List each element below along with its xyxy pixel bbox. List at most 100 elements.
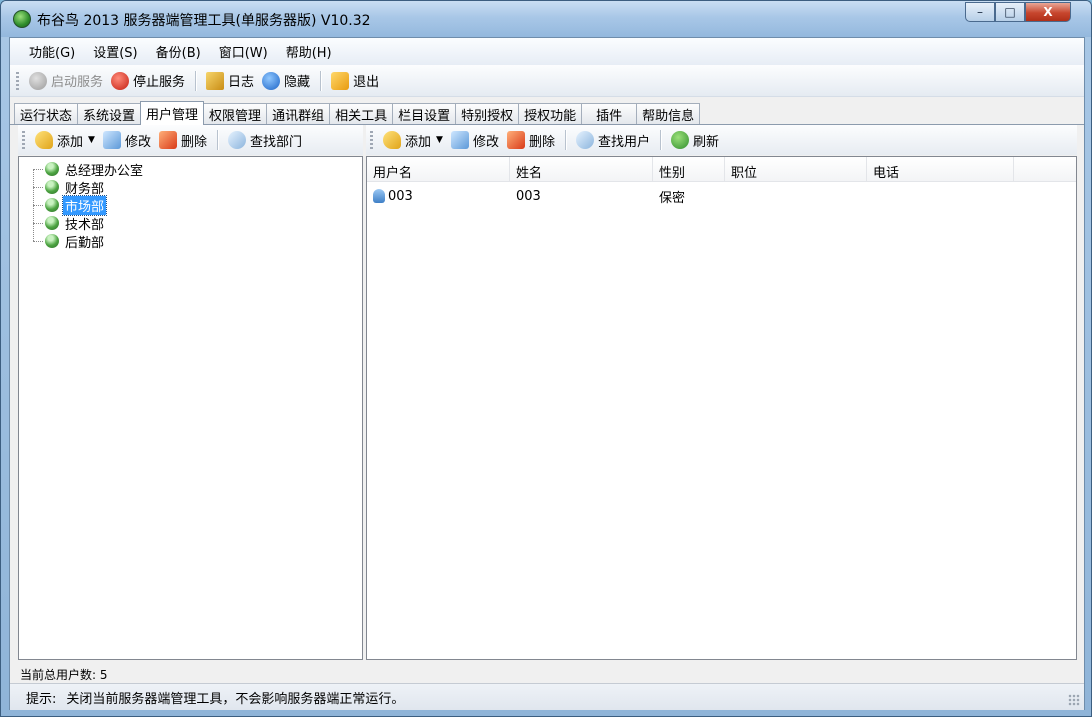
menu-window[interactable]: 窗口(W) [210, 42, 277, 61]
minimize-button[interactable]: – [965, 2, 995, 22]
tree-item-logistics[interactable]: 后勤部 [29, 232, 362, 251]
delete-icon [506, 131, 525, 149]
hide-button[interactable]: 隐藏 [258, 69, 314, 93]
toolbar-separator [216, 130, 218, 150]
table-row[interactable]: 003 003 保密 [367, 185, 1076, 207]
start-service-label: 启动服务 [51, 75, 104, 90]
add-icon [383, 131, 401, 149]
toolbar-grip[interactable] [22, 131, 25, 149]
edit-icon [102, 131, 121, 149]
department-pane: 添加 ▼ 修改 删除 查找部门 总经理办公室 财务部 市场部 技术部 后勤部 [18, 125, 363, 660]
delete-department-label: 删除 [180, 134, 207, 150]
app-window: 布谷鸟 2013 服务器端管理工具(单服务器版) V10.32 – □ X 功能… [0, 0, 1092, 717]
tree-item-finance[interactable]: 财务部 [29, 178, 362, 197]
menu-backup[interactable]: 备份(B) [147, 42, 210, 61]
toolbar-grip[interactable] [370, 131, 373, 149]
toolbar-separator [320, 70, 322, 91]
tree-item-marketing[interactable]: 市场部 [29, 194, 362, 216]
column-header-username[interactable]: 用户名 [367, 157, 510, 182]
add-department-label: 添加 [57, 134, 84, 150]
department-icon [45, 180, 59, 194]
department-icon [45, 216, 59, 230]
toolbar-grip[interactable] [16, 71, 19, 90]
department-icon [45, 198, 59, 212]
username-value: 003 [388, 188, 413, 204]
refresh-icon [670, 131, 689, 149]
exit-button[interactable]: 退出 [327, 69, 383, 93]
find-user-button[interactable]: 查找用户 [572, 128, 654, 152]
tab-communication-groups[interactable]: 通讯群组 [266, 103, 331, 124]
edit-user-button[interactable]: 修改 [447, 128, 503, 152]
maximize-button[interactable]: □ [995, 2, 1025, 22]
exit-label: 退出 [353, 75, 380, 90]
add-user-label: 添加 [405, 134, 432, 150]
find-department-button[interactable]: 查找部门 [224, 128, 306, 152]
delete-department-button[interactable]: 删除 [155, 128, 211, 152]
chevron-down-icon[interactable]: ▼ [436, 135, 443, 145]
tree-item-label: 后勤部 [65, 235, 105, 251]
tab-content: 添加 ▼ 修改 删除 查找部门 总经理办公室 财务部 市场部 技术部 后勤部 添… [10, 125, 1084, 665]
tree-item-label: 总经理办公室 [65, 163, 144, 179]
toolbar-separator [195, 70, 197, 91]
user-toolbar: 添加 ▼ 修改 删除 查找用户 刷新 [366, 125, 1077, 155]
department-tree[interactable]: 总经理办公室 财务部 市场部 技术部 后勤部 [18, 156, 363, 660]
column-header-gender[interactable]: 性别 [653, 157, 725, 182]
cell-name: 003 [516, 188, 541, 204]
add-icon [35, 131, 53, 149]
hide-label: 隐藏 [284, 75, 311, 90]
add-department-button[interactable]: 添加 ▼ [31, 128, 99, 152]
log-label: 日志 [228, 75, 255, 90]
tree-item-technology[interactable]: 技术部 [29, 214, 362, 233]
menu-settings[interactable]: 设置(S) [84, 42, 146, 61]
menu-function[interactable]: 功能(G) [20, 42, 84, 61]
column-header-name[interactable]: 姓名 [510, 157, 653, 182]
tab-column-settings[interactable]: 栏目设置 [392, 103, 457, 124]
log-button[interactable]: 日志 [202, 69, 258, 93]
close-button[interactable]: X [1025, 2, 1071, 22]
tab-related-tools[interactable]: 相关工具 [329, 103, 394, 124]
title-bar[interactable]: 布谷鸟 2013 服务器端管理工具(单服务器版) V10.32 – □ X [1, 1, 1091, 37]
chevron-down-icon[interactable]: ▼ [88, 135, 95, 145]
tree-item-label: 技术部 [65, 217, 105, 233]
find-user-label: 查找用户 [597, 134, 650, 150]
hint-text: 关闭当前服务器端管理工具，不会影响服务器端正常运行。 [66, 691, 405, 707]
user-count: 当前总用户数: 5 [20, 667, 108, 682]
find-department-label: 查找部门 [249, 134, 302, 150]
status-bar: 提示: 关闭当前服务器端管理工具，不会影响服务器端正常运行。 [10, 683, 1084, 710]
department-toolbar: 添加 ▼ 修改 删除 查找部门 [18, 125, 363, 155]
refresh-button[interactable]: 刷新 [667, 128, 723, 152]
user-list[interactable]: 用户名 姓名 性别 职位 电话 003 003 保密 [366, 156, 1077, 660]
tab-run-status[interactable]: 运行状态 [14, 103, 79, 124]
user-pane: 添加 ▼ 修改 删除 查找用户 刷新 用户名 姓名 性别 职位 电话 003 0… [366, 125, 1077, 660]
window-title: 布谷鸟 2013 服务器端管理工具(单服务器版) V10.32 [37, 13, 371, 29]
main-toolbar: 启动服务 停止服务 日志 隐藏 退出 [10, 65, 1084, 97]
log-book-icon [206, 71, 225, 90]
play-icon [29, 71, 47, 90]
stop-service-button[interactable]: 停止服务 [107, 69, 189, 93]
tab-help-info[interactable]: 帮助信息 [636, 103, 701, 124]
cell-username: 003 [367, 189, 510, 204]
column-header-phone[interactable]: 电话 [867, 157, 1014, 182]
menu-bar: 功能(G) 设置(S) 备份(B) 窗口(W) 帮助(H) [10, 38, 1084, 65]
delete-user-button[interactable]: 删除 [503, 128, 559, 152]
start-service-button[interactable]: 启动服务 [25, 69, 107, 93]
edit-department-button[interactable]: 修改 [99, 128, 155, 152]
edit-icon [450, 131, 469, 149]
tree-item-label: 市场部 [61, 194, 108, 216]
app-logo-icon [13, 10, 31, 28]
tab-system-settings[interactable]: 系统设置 [77, 103, 142, 124]
stop-service-label: 停止服务 [133, 75, 186, 90]
tab-user-management[interactable]: 用户管理 [140, 101, 205, 125]
delete-user-label: 删除 [528, 134, 555, 150]
tab-special-authorization[interactable]: 特别授权 [455, 103, 520, 124]
tab-authorized-functions[interactable]: 授权功能 [518, 103, 583, 124]
tree-item-general-office[interactable]: 总经理办公室 [29, 160, 362, 179]
menu-help[interactable]: 帮助(H) [277, 42, 341, 61]
cell-gender: 保密 [659, 190, 686, 206]
tab-permission-management[interactable]: 权限管理 [203, 103, 268, 124]
resize-grip-icon[interactable] [1068, 694, 1080, 706]
tab-plugins[interactable]: 插件 [581, 103, 638, 124]
toolbar-separator [659, 130, 661, 150]
add-user-button[interactable]: 添加 ▼ [379, 128, 447, 152]
column-header-position[interactable]: 职位 [725, 157, 867, 182]
